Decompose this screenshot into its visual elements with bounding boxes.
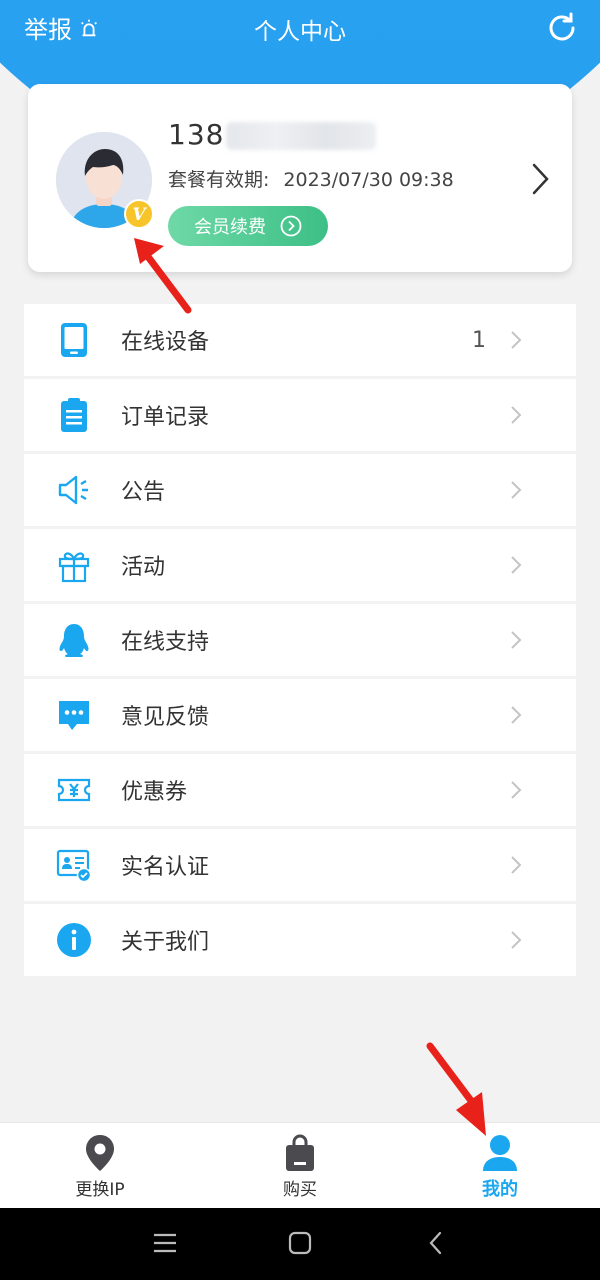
vip-badge: V bbox=[124, 199, 154, 229]
menu-item-online-support[interactable]: 在线支持 bbox=[24, 604, 576, 679]
phone-prefix: 138 bbox=[168, 118, 225, 151]
chat-bubble-icon bbox=[59, 701, 89, 730]
renew-membership-button[interactable]: 会员续费 bbox=[168, 206, 328, 246]
gift-icon bbox=[58, 552, 90, 583]
menu-item-feedback[interactable]: 意见反馈 bbox=[24, 679, 576, 754]
phone-number: 138 bbox=[168, 118, 377, 151]
id-card-icon bbox=[56, 849, 92, 883]
menu-item-real-name-verification[interactable]: 实名认证 bbox=[24, 829, 576, 904]
chevron-right-icon bbox=[511, 631, 522, 649]
chevron-right-icon bbox=[511, 931, 522, 949]
shopping-bag-icon bbox=[286, 1134, 314, 1171]
menu-item-announcements[interactable]: 公告 bbox=[24, 454, 576, 529]
home-icon[interactable] bbox=[287, 1230, 313, 1256]
menu-item-activities[interactable]: 活动 bbox=[24, 529, 576, 604]
renew-label: 会员续费 bbox=[194, 217, 266, 238]
chevron-right-icon bbox=[511, 781, 522, 799]
top-bar: 举报 个人中心 bbox=[0, 0, 600, 56]
chevron-right-icon bbox=[511, 556, 522, 574]
tab-label: 购买 bbox=[283, 1180, 317, 1200]
tab-label: 更换IP bbox=[75, 1180, 125, 1200]
tablet-icon bbox=[61, 323, 87, 357]
info-icon bbox=[57, 923, 91, 957]
menu-label: 意见反馈 bbox=[121, 705, 210, 730]
menu-label: 优惠券 bbox=[121, 780, 188, 805]
chevron-right-icon bbox=[511, 406, 522, 424]
clipboard-icon bbox=[61, 398, 87, 432]
menu-label: 在线支持 bbox=[121, 630, 210, 655]
bottom-tab-bar: 更换IP 购买 我的 bbox=[0, 1122, 600, 1209]
tab-purchase[interactable]: 购买 bbox=[200, 1123, 400, 1209]
chevron-right-icon bbox=[532, 163, 549, 195]
menu-label: 关于我们 bbox=[121, 930, 210, 955]
profile-card[interactable]: V 138 套餐有效期: 2023/07/30 09:38 会员续费 bbox=[28, 84, 572, 272]
plan-expiry: 套餐有效期: 2023/07/30 09:38 bbox=[168, 165, 454, 192]
tab-change-ip[interactable]: 更换IP bbox=[0, 1123, 200, 1209]
device-count: 1 bbox=[472, 327, 486, 353]
coupon-icon bbox=[57, 778, 91, 802]
menu-list: 在线设备 1 订单记录 公告 活动 在线支持 意见反馈 优惠券 实名认证 关于我… bbox=[24, 304, 576, 976]
user-icon bbox=[483, 1135, 517, 1171]
page-title: 个人中心 bbox=[254, 19, 346, 45]
menu-label: 订单记录 bbox=[121, 405, 210, 430]
menu-item-online-devices[interactable]: 在线设备 1 bbox=[24, 304, 576, 379]
circle-arrow-icon bbox=[280, 215, 302, 237]
menu-label: 在线设备 bbox=[121, 330, 210, 355]
qq-penguin-icon bbox=[59, 624, 89, 657]
menu-label: 实名认证 bbox=[121, 855, 210, 880]
refresh-icon[interactable] bbox=[544, 10, 580, 46]
location-pin-icon bbox=[86, 1135, 114, 1171]
expiry-label: 套餐有效期: bbox=[168, 169, 270, 191]
tab-mine[interactable]: 我的 bbox=[400, 1123, 600, 1209]
menu-icon[interactable] bbox=[152, 1230, 178, 1256]
menu-item-about-us[interactable]: 关于我们 bbox=[24, 904, 576, 976]
chevron-right-icon bbox=[511, 481, 522, 499]
expiry-value: 2023/07/30 09:38 bbox=[283, 169, 454, 191]
speaker-icon bbox=[58, 475, 88, 505]
tab-label: 我的 bbox=[482, 1179, 518, 1200]
chevron-right-icon bbox=[511, 706, 522, 724]
phone-blurred-digits bbox=[226, 122, 377, 150]
chevron-right-icon bbox=[511, 856, 522, 874]
menu-label: 活动 bbox=[121, 555, 166, 580]
system-navigation-bar bbox=[0, 1208, 600, 1280]
chevron-right-icon bbox=[511, 331, 522, 349]
menu-label: 公告 bbox=[121, 480, 166, 505]
back-icon[interactable] bbox=[424, 1230, 450, 1256]
menu-item-coupons[interactable]: 优惠券 bbox=[24, 754, 576, 829]
menu-item-order-history[interactable]: 订单记录 bbox=[24, 379, 576, 454]
